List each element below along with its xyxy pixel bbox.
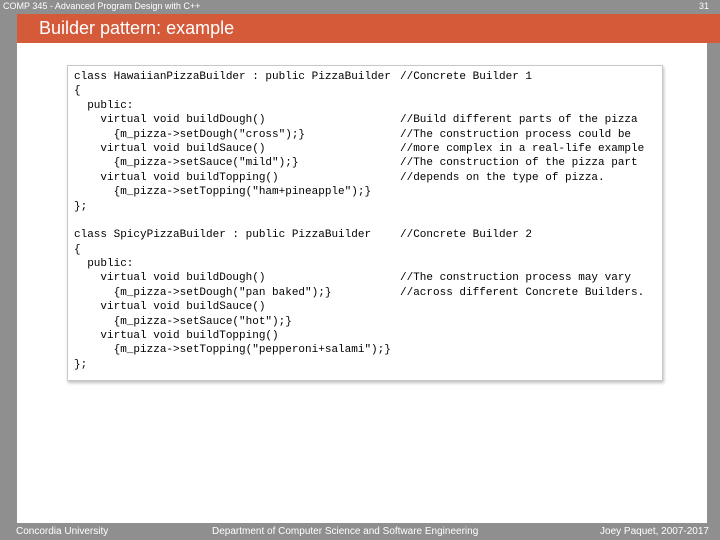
code-line: {m_pizza->setDough("pan baked");} //acros… <box>74 286 645 300</box>
page-number: 31 <box>698 1 709 11</box>
code-line: public: <box>74 99 391 113</box>
code-text: virtual void buildDough() <box>74 272 266 285</box>
code-text: virtual void buildTopping() <box>74 171 279 184</box>
code-line: {m_pizza->setDough("cross");} //The const… <box>74 128 631 142</box>
code-comment: //Build different parts of the pizza <box>400 114 638 127</box>
slide-title: Builder pattern: example <box>39 18 235 38</box>
slide-header: COMP 345 - Advanced Program Design with … <box>0 0 720 14</box>
footer-university: Concordia University <box>16 526 109 537</box>
code-listing: class HawaiianPizzaBuilder : public Pizz… <box>74 70 645 372</box>
code-text: class SpicyPizzaBuilder : public PizzaBu… <box>74 229 372 242</box>
footer-department: Department of Computer Science and Softw… <box>212 526 479 537</box>
code-text: { <box>74 243 81 256</box>
slide-footer: Concordia University Department of Compu… <box>0 523 720 540</box>
code-text: public: <box>74 258 134 271</box>
code-comment: //The construction of the pizza part <box>400 157 638 170</box>
code-text: virtual void buildTopping() <box>74 330 279 343</box>
footer-author: Joey Paquet, 2007-2017 <box>600 526 709 537</box>
code-line: }; <box>74 200 391 214</box>
slide: COMP 345 - Advanced Program Design with … <box>0 0 720 540</box>
code-text: }; <box>74 358 88 371</box>
code-line: virtual void buildSauce() //more complex … <box>74 142 644 156</box>
code-comment: //The construction process may vary <box>400 272 632 285</box>
code-comment: //Concrete Builder 2 <box>400 229 533 242</box>
code-line: {m_pizza->setSauce("mild");} //The constr… <box>74 156 638 170</box>
code-text: virtual void buildSauce() <box>74 301 266 314</box>
code-comment: //more complex in a real-life example <box>400 142 645 155</box>
code-text: {m_pizza->setTopping("pepperoni+salami")… <box>74 344 391 357</box>
code-line: { <box>74 243 391 257</box>
code-line: class HawaiianPizzaBuilder : public Pizz… <box>74 70 532 84</box>
code-text: virtual void buildDough() <box>74 114 266 127</box>
code-text: {m_pizza->setDough("pan baked");} <box>74 286 332 299</box>
code-line: public: <box>74 257 391 271</box>
code-text: { <box>74 85 81 98</box>
code-text: {m_pizza->setTopping("ham+pineapple");} <box>74 186 372 199</box>
code-text: public: <box>74 99 134 112</box>
code-comment: //depends on the type of pizza. <box>400 171 605 184</box>
code-line: {m_pizza->setSauce("hot");} <box>74 315 391 329</box>
title-bar: Builder pattern: example <box>17 14 720 43</box>
code-text: virtual void buildSauce() <box>74 142 266 155</box>
code-comment: //across different Concrete Builders. <box>400 286 645 299</box>
code-line: {m_pizza->setTopping("ham+pineapple");} <box>74 185 391 199</box>
slide-content: class HawaiianPizzaBuilder : public Pizz… <box>17 43 707 523</box>
course-title: COMP 345 - Advanced Program Design with … <box>3 1 201 11</box>
code-line: { <box>74 84 391 98</box>
code-box: class HawaiianPizzaBuilder : public Pizz… <box>67 65 663 381</box>
code-line: virtual void buildDough() //Build differe… <box>74 113 637 127</box>
code-line: virtual void buildSauce() <box>74 300 391 314</box>
code-line: virtual void buildTopping() //depends on … <box>74 171 604 185</box>
code-text: {m_pizza->setSauce("hot");} <box>74 315 292 328</box>
code-line: virtual void buildDough() //The construct… <box>74 271 631 285</box>
code-line: }; <box>74 358 391 372</box>
code-text: }; <box>74 200 88 213</box>
code-comment: //Concrete Builder 1 <box>400 71 533 83</box>
code-text: {m_pizza->setSauce("mild");} <box>74 157 299 170</box>
code-line: virtual void buildTopping() <box>74 329 391 343</box>
code-comment: //The construction process could be <box>400 128 632 141</box>
code-line: {m_pizza->setTopping("pepperoni+salami")… <box>74 343 391 357</box>
code-line: class SpicyPizzaBuilder : public PizzaBu… <box>74 228 532 242</box>
code-text: {m_pizza->setDough("cross");} <box>74 128 306 141</box>
code-text: class HawaiianPizzaBuilder : public Pizz… <box>74 71 391 83</box>
